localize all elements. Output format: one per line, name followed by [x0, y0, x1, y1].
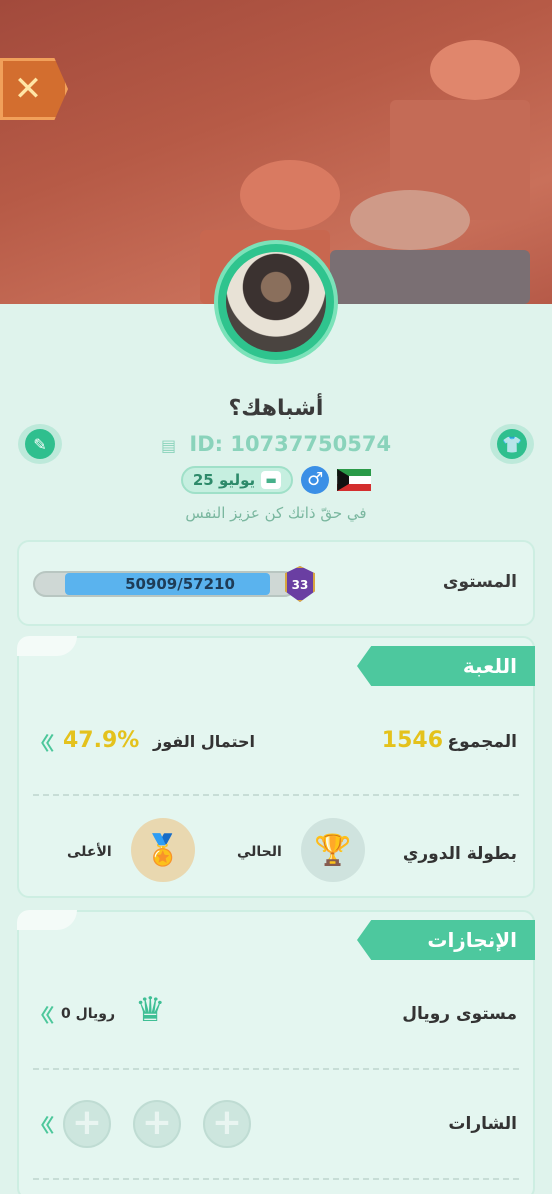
birthday-badge: 25 يوليو ▬ — [180, 466, 294, 494]
chevron-left-icon[interactable]: 〈〈 — [31, 1112, 54, 1138]
total-games-value: 1546 — [381, 728, 443, 753]
gift-box-decoration — [330, 250, 530, 304]
profile-badges-row: 25 يوليو ▬ ♂ — [0, 466, 552, 494]
highest-league-label: الأعلى — [67, 844, 112, 860]
league-label: بطولة الدوري — [402, 844, 517, 864]
card-corner-decoration — [17, 910, 77, 930]
game-section-title: اللعبة — [357, 646, 535, 686]
divider — [33, 1178, 519, 1180]
card-corner-decoration — [17, 636, 77, 656]
level-card: المستوى 50909/57210 33 — [17, 540, 535, 626]
avatar-image — [226, 252, 326, 352]
win-rate-label: احتمال الفوز — [153, 732, 255, 751]
silver-trophy-icon[interactable]: 🏆 — [301, 818, 365, 882]
cake-icon: ▬ — [261, 471, 282, 489]
gold-medal-icon[interactable]: 🏅 — [131, 818, 195, 882]
ribbon-decoration — [430, 40, 520, 100]
user-id[interactable]: ▤ ID: 10737750574 — [0, 432, 552, 456]
current-league-label: الحالي — [237, 844, 282, 860]
document-icon[interactable]: ▤ — [161, 436, 176, 455]
badges-label: الشارات — [448, 1114, 517, 1134]
profile-bio: في حقّ ذاتك كن عزيز النفس — [185, 504, 367, 522]
kuwait-flag-icon — [337, 469, 372, 491]
male-icon: ♂ — [301, 466, 330, 494]
win-rate-value: 47.9% — [63, 728, 140, 753]
chevron-left-icon[interactable]: 〈〈 — [31, 1002, 54, 1028]
achievements-card: الإنجازات مستوى رويال ♛ رويال 0 〈〈 الشار… — [17, 910, 535, 1194]
crown-icon: ♛ — [135, 990, 166, 1030]
add-badge-button[interactable]: + — [63, 1100, 111, 1148]
divider — [33, 1068, 519, 1070]
level-progress-text: 50909/57210 — [125, 575, 235, 593]
ribbon-decoration — [240, 160, 340, 230]
total-games-label: المجموع — [447, 732, 517, 752]
level-label: المستوى — [442, 572, 517, 592]
divider — [33, 794, 519, 796]
close-button[interactable]: ✕ — [0, 58, 68, 120]
add-badge-button[interactable]: + — [133, 1100, 181, 1148]
avatar[interactable] — [214, 240, 338, 364]
level-shield-icon: 33 — [285, 566, 315, 602]
profile-name: أشباهك؟ — [228, 396, 324, 421]
close-icon: ✕ — [13, 69, 43, 109]
royal-level-value: رويال 0 — [61, 1006, 116, 1022]
birthday-text: 25 يوليو — [192, 471, 256, 489]
game-stats-card: اللعبة المجموع 1546 احتمال الفوز 47.9% 〈… — [17, 636, 535, 898]
achievements-section-title: الإنجازات — [357, 920, 535, 960]
add-badge-button[interactable]: + — [203, 1100, 251, 1148]
user-id-text: ID: 10737750574 — [189, 432, 392, 456]
chevron-left-icon[interactable]: 〈〈 — [31, 730, 54, 756]
ribbon-decoration — [350, 190, 470, 250]
royal-level-label: مستوى رويال — [402, 1004, 517, 1024]
level-progress-bar: 50909/57210 — [33, 571, 297, 597]
